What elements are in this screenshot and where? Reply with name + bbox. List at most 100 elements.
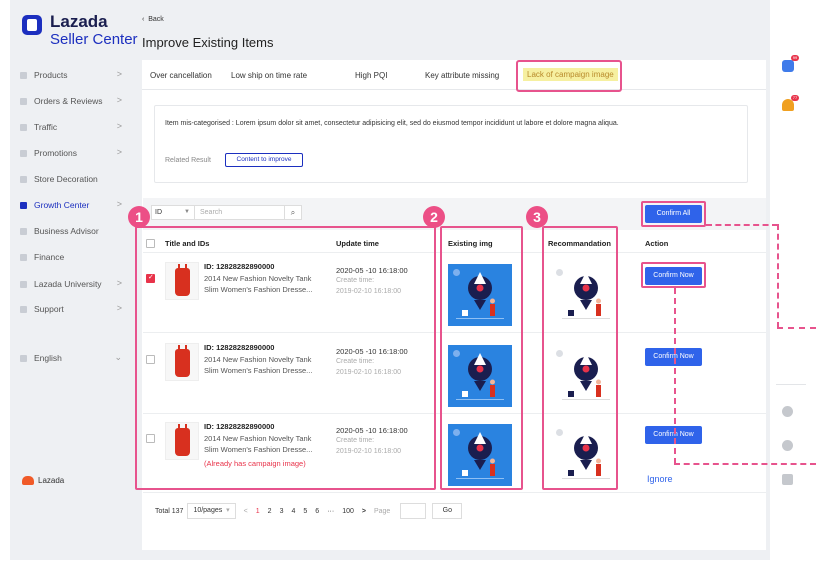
edit-icon[interactable]: [782, 474, 793, 485]
brand-name: Lazada: [50, 12, 108, 31]
page-number[interactable]: 5: [303, 508, 307, 515]
sidebar-item-label: Traffic: [34, 122, 58, 132]
sidebar-item-business-advisor[interactable]: Business Advisor: [20, 222, 130, 240]
col-action: Action: [645, 239, 669, 248]
pagination: Total 137 10/pages ▾ < 1 2 3 4 5 6 ··· 100 > Pa…: [155, 503, 463, 519]
sidebar-item-label: English: [34, 353, 62, 363]
chevron-right-icon: ⌄: [114, 352, 122, 362]
tab-high-pqi[interactable]: High PQI: [355, 71, 387, 80]
chevron-right-icon: >: [116, 199, 122, 209]
help-icon[interactable]: [782, 440, 793, 451]
page-label: Page: [373, 507, 391, 515]
id-select-value: ID: [155, 209, 162, 216]
sidebar-item-growth-center[interactable]: Growth Center >: [20, 196, 130, 214]
divider: [776, 384, 806, 385]
sidebar-item-orders-reviews[interactable]: Orders & Reviews >: [20, 92, 130, 110]
sidebar-item-label: Lazada University: [34, 279, 102, 289]
sidebar-item-support[interactable]: Support >: [20, 300, 130, 318]
sidebar-item-english[interactable]: English ⌄: [20, 349, 130, 367]
page-number[interactable]: 1: [256, 508, 260, 515]
page-size-value: 10/pages: [193, 507, 223, 514]
sidebar-item-lazada-university[interactable]: Lazada University >: [20, 275, 130, 293]
tab-over-cancellation[interactable]: Over cancellation: [150, 71, 212, 80]
sidebar-item-promotions[interactable]: Promotions >: [20, 144, 130, 162]
page-number[interactable]: 4: [291, 508, 295, 515]
sidebar-item-label: Support: [34, 304, 64, 314]
total-count: 137: [171, 507, 184, 515]
footer-logo: Lazada: [22, 476, 64, 485]
tab-low-ship-on-time[interactable]: Low ship on time rate: [231, 71, 307, 80]
message-icon[interactable]: [782, 60, 794, 72]
box-icon: [20, 71, 27, 79]
annotation-box-2: [440, 226, 523, 490]
info-box: Item mis-categorised : Lorem ipsum dolor…: [154, 105, 748, 183]
brand-subtitle: Seller Center: [50, 31, 138, 48]
go-button[interactable]: Go: [432, 503, 463, 519]
sidebar-item-label: Business Advisor: [34, 226, 99, 236]
sidebar-item-label: Promotions: [34, 148, 77, 158]
confirm-now-highlight: [641, 262, 706, 288]
growth-icon: [20, 201, 27, 209]
chevron-right-icon: >: [116, 278, 122, 288]
page-number[interactable]: 100: [342, 508, 354, 515]
page-number[interactable]: ···: [327, 508, 334, 515]
search-input[interactable]: Search: [195, 205, 285, 220]
traffic-icon: [20, 123, 27, 131]
message-badge: 99: [791, 55, 799, 61]
sidebar-item-label: Products: [34, 70, 68, 80]
confirm-all-highlight: [641, 201, 706, 227]
university-icon: [20, 280, 27, 288]
sidebar-item-label: Orders & Reviews: [34, 96, 103, 106]
chevron-right-icon: >: [116, 95, 122, 105]
sidebar-item-traffic[interactable]: Traffic >: [20, 118, 130, 136]
sidebar-item-store-decoration[interactable]: Store Decoration: [20, 170, 130, 188]
sidebar-item-products[interactable]: Products >: [20, 66, 130, 84]
orders-icon: [20, 97, 27, 105]
sidebar-item-label: Finance: [34, 252, 65, 262]
page-title: Improve Existing Items: [142, 35, 274, 50]
prev-page-button[interactable]: <: [244, 508, 248, 515]
sidebar-item-label: Store Decoration: [34, 174, 98, 184]
total-label: Total: [155, 507, 170, 515]
page-number[interactable]: 6: [315, 508, 319, 515]
advisor-icon: [20, 227, 27, 235]
back-label: Back: [148, 16, 164, 23]
chevron-right-icon: >: [116, 69, 122, 79]
next-page-button[interactable]: >: [362, 508, 366, 515]
chevron-right-icon: >: [116, 303, 122, 313]
connector-line: [777, 224, 779, 328]
page-size-select[interactable]: 10/pages ▾: [187, 503, 236, 519]
chevron-down-icon: ▼: [184, 209, 190, 215]
back-link[interactable]: ‹ Back: [142, 16, 164, 23]
page-number[interactable]: 3: [280, 508, 284, 515]
language-icon: [20, 354, 27, 362]
content-to-improve-button[interactable]: Content to improve: [225, 153, 303, 167]
connector-line: [777, 327, 816, 329]
footer-brand: Lazada: [38, 476, 65, 485]
chevron-down-icon: ▾: [226, 507, 230, 514]
connector-line: [706, 224, 778, 226]
related-result-label: Related Result: [165, 157, 211, 164]
tab-highlight-box: [516, 60, 622, 92]
chevron-right-icon: >: [116, 147, 122, 157]
page-list: 1 2 3 4 5 6 ··· 100: [252, 508, 358, 515]
annotation-number-2: 2: [423, 206, 445, 228]
store-icon: [20, 175, 27, 183]
page-number[interactable]: 2: [268, 508, 272, 515]
promotions-icon: [20, 149, 27, 157]
finance-icon: [20, 253, 27, 261]
tab-key-attribute-missing[interactable]: Key attribute missing: [425, 71, 499, 80]
id-select[interactable]: ID ▼: [151, 205, 195, 220]
connector-line: [674, 463, 816, 465]
annotation-number-3: 3: [526, 206, 548, 228]
lazada-heart-icon: [22, 476, 34, 485]
chevron-right-icon: >: [116, 121, 122, 131]
ignore-link[interactable]: Ignore: [647, 474, 673, 484]
support-icon: [20, 305, 27, 313]
sidebar-item-label: Growth Center: [34, 200, 90, 210]
annotation-box-3: [542, 226, 618, 490]
gear-icon[interactable]: [782, 406, 793, 417]
sidebar-item-finance[interactable]: Finance: [20, 248, 130, 266]
search-icon[interactable]: ⌕: [284, 205, 302, 220]
page-number-input[interactable]: [400, 503, 427, 519]
